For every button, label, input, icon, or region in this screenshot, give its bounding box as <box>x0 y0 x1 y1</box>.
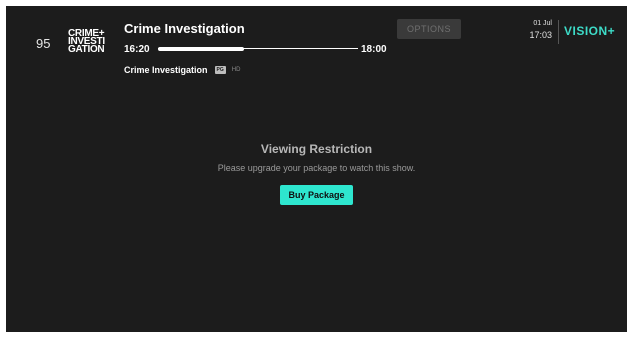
buy-package-button[interactable]: Buy Package <box>280 185 353 205</box>
progress-fill <box>158 47 244 51</box>
clock-label: 17:03 <box>529 30 552 40</box>
program-start-time: 16:20 <box>124 44 150 55</box>
tv-screen: 95 CRIME+ INVESTI GATION Crime Investiga… <box>6 6 627 332</box>
header-divider <box>558 20 559 44</box>
brand-logo: VISION+ <box>564 24 616 38</box>
restriction-message: Please upgrade your package to watch thi… <box>217 163 416 173</box>
hd-badge: HD <box>231 67 241 73</box>
program-end-time: 18:00 <box>361 44 387 55</box>
channel-number: 95 <box>36 36 51 51</box>
restriction-panel: Viewing Restriction Please upgrade your … <box>6 142 627 205</box>
options-button[interactable]: OPTIONS <box>397 19 461 39</box>
channel-logo: CRIME+ INVESTI GATION <box>68 29 116 55</box>
date-label: 01 Jul <box>533 20 552 27</box>
rating-badge: PG <box>214 66 226 74</box>
program-title: Crime Investigation <box>124 21 245 36</box>
program-progress-bar <box>158 47 358 51</box>
program-info-row: Crime Investigation PG HD <box>124 65 240 75</box>
restriction-title: Viewing Restriction <box>260 142 373 156</box>
channel-logo-line: GATION <box>68 44 105 55</box>
program-channel-name: Crime Investigation <box>124 65 208 75</box>
